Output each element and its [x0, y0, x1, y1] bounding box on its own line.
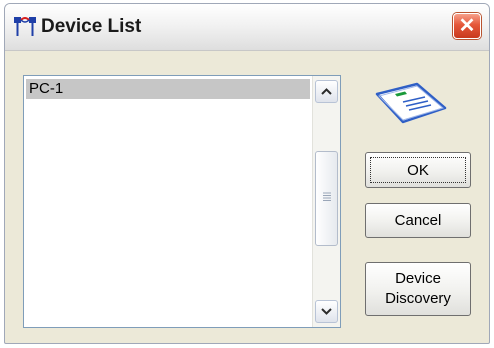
- focus-rect: [370, 157, 466, 183]
- list-item[interactable]: PC-1: [26, 79, 310, 99]
- window-title: Device List: [41, 16, 142, 37]
- vertical-scrollbar[interactable]: [312, 76, 340, 327]
- device-listbox[interactable]: PC-1: [23, 75, 341, 328]
- device-discovery-line-2: Discovery: [385, 290, 451, 307]
- cancel-button-label: Cancel: [394, 212, 442, 229]
- ok-button[interactable]: OK: [365, 152, 471, 188]
- scroll-up-button[interactable]: [315, 80, 338, 103]
- device-list-dialog: Device List ✕ PC-1 OK Cancel Device Disc…: [4, 3, 490, 344]
- device-discovery-label: Device Discovery: [385, 269, 451, 309]
- scroll-down-button[interactable]: [315, 300, 338, 323]
- close-icon: ✕: [458, 15, 476, 37]
- network-link-icon: [14, 17, 36, 36]
- device-discovery-button[interactable]: Device Discovery: [365, 262, 471, 316]
- scrollbar-thumb[interactable]: [315, 151, 338, 246]
- title-bar[interactable]: Device List ✕: [5, 4, 489, 51]
- network-card-icon: [375, 82, 447, 124]
- close-button[interactable]: ✕: [453, 13, 481, 39]
- chevron-down-icon: [321, 308, 332, 315]
- device-discovery-line-1: Device: [395, 270, 441, 287]
- cancel-button[interactable]: Cancel: [365, 203, 471, 238]
- grip-icon: [323, 192, 331, 201]
- chevron-up-icon: [321, 88, 332, 95]
